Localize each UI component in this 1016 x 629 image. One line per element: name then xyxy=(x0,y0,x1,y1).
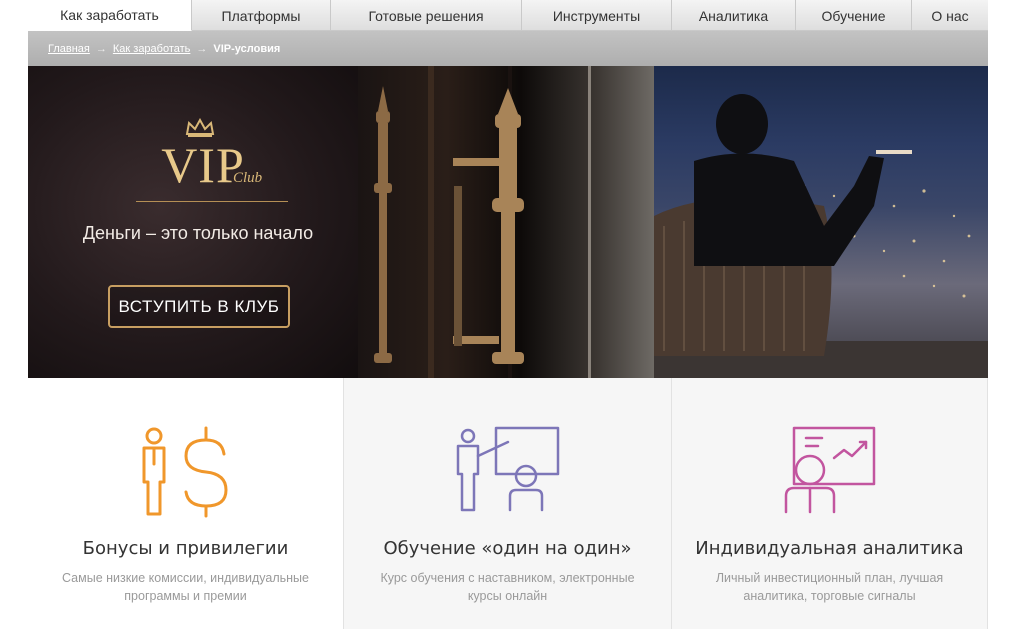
feature-individual-analytics[interactable]: Индивидуальная аналитика Личный инвестиц… xyxy=(672,378,988,629)
hero-banner: VIP Club Деньги – это только начало ВСТУ… xyxy=(28,66,988,378)
person-dollar-icon xyxy=(142,426,227,518)
feature-title: Индивидуальная аналитика xyxy=(695,538,964,559)
tab-platforms[interactable]: Платформы xyxy=(192,0,331,31)
tab-about[interactable]: О нас xyxy=(912,0,988,31)
breadcrumb-section-link[interactable]: Как заработать xyxy=(113,43,191,55)
feature-description: Самые низкие комиссии, индивидуальные пр… xyxy=(62,571,309,603)
feature-description: Курс обучения с наставником, электронные… xyxy=(380,571,635,603)
breadcrumb-current: VIP-условия xyxy=(213,42,281,55)
breadcrumb-separator: → xyxy=(95,42,107,55)
feature-title: Обучение «один на один» xyxy=(383,538,632,559)
feature-one-on-one-training[interactable]: Обучение «один на один» Курс обучения с … xyxy=(344,378,672,629)
door-handle-image xyxy=(358,66,654,378)
tab-tools[interactable]: Инструменты xyxy=(522,0,672,31)
logo-divider xyxy=(136,201,288,202)
feature-bonuses[interactable]: Бонусы и привилегии Самые низкие комисси… xyxy=(28,378,344,629)
mentor-board-icon xyxy=(456,426,559,512)
analytics-person-icon xyxy=(784,426,875,514)
tab-ready-solutions[interactable]: Готовые решения xyxy=(331,0,522,31)
feature-description: Личный инвестиционный план, лучшая анали… xyxy=(715,571,944,603)
join-club-button[interactable]: ВСТУПИТЬ В КЛУБ xyxy=(108,285,290,328)
tab-how-to-earn[interactable]: Как заработать xyxy=(28,0,192,31)
hero-dark-panel xyxy=(28,66,358,378)
breadcrumb: Главная → Как заработать → VIP-условия xyxy=(28,31,988,66)
tab-education[interactable]: Обучение xyxy=(796,0,912,31)
city-night-image xyxy=(654,66,988,378)
main-nav: Как заработать Платформы Готовые решения… xyxy=(28,0,988,31)
hero-tagline: Деньги – это только начало xyxy=(82,223,314,243)
crown-icon xyxy=(185,118,215,137)
breadcrumb-home-link[interactable]: Главная xyxy=(48,43,90,55)
feature-title: Бонусы и привилегии xyxy=(82,538,289,559)
club-logo-subtext: Club xyxy=(233,170,263,186)
features-section: Бонусы и привилегии Самые низкие комисси… xyxy=(28,378,988,629)
breadcrumb-separator: → xyxy=(196,42,208,55)
tab-analytics[interactable]: Аналитика xyxy=(672,0,796,31)
